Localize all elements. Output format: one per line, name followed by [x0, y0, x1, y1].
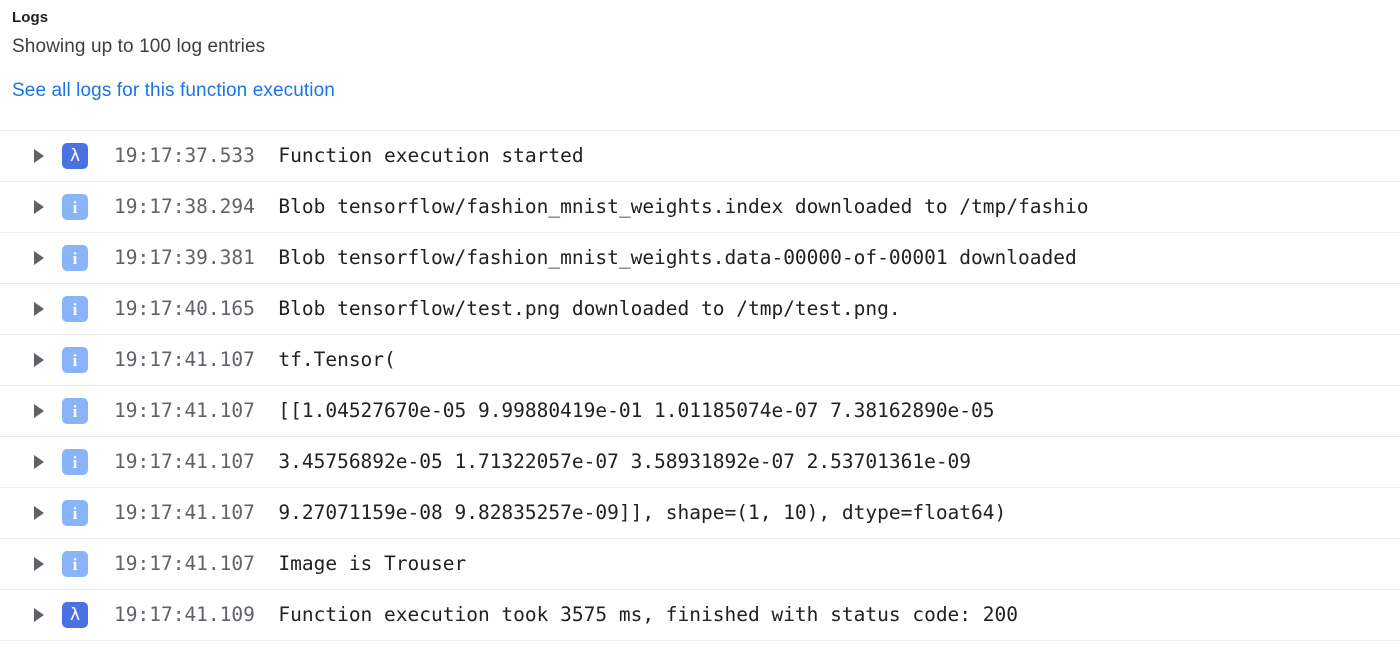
severity-glyph: i — [72, 197, 78, 217]
chevron-right-icon — [34, 251, 44, 265]
severity-glyph: i — [72, 401, 78, 421]
severity-glyph: i — [72, 350, 78, 370]
log-timestamp: 19:17:41.107 — [114, 501, 255, 524]
log-timestamp: 19:17:41.107 — [114, 450, 255, 473]
log-text-gap — [255, 348, 278, 371]
info-icon: i — [62, 347, 88, 373]
severity-glyph: i — [72, 554, 78, 574]
log-message: [[1.04527670e-05 9.99880419e-01 1.011850… — [278, 399, 995, 422]
chevron-right-icon — [34, 149, 44, 163]
log-entry-text: 19:17:37.533 Function execution started — [114, 144, 1400, 168]
log-message: Function execution took 3575 ms, finishe… — [278, 603, 1018, 626]
log-message: 3.45756892e-05 1.71322057e-07 3.58931892… — [278, 450, 972, 473]
log-row[interactable]: i 19:17:41.107 3.45756892e-05 1.71322057e… — [0, 437, 1400, 488]
log-table: λ 19:17:37.533 Function execution started… — [0, 130, 1400, 641]
log-row[interactable]: λ 19:17:37.533 Function execution started — [0, 131, 1400, 182]
log-message: Blob tensorflow/test.png downloaded to /… — [278, 297, 901, 320]
log-entry-text: 19:17:41.107 Image is Trouser — [114, 552, 1400, 576]
expand-row-triangle-icon[interactable] — [22, 506, 56, 520]
log-entry-text: 19:17:41.107 [[1.04527670e-05 9.99880419… — [114, 399, 1400, 423]
log-timestamp: 19:17:41.109 — [114, 603, 255, 626]
severity-glyph: λ — [69, 145, 81, 166]
expand-row-triangle-icon[interactable] — [22, 455, 56, 469]
severity-glyph: i — [72, 452, 78, 472]
log-text-gap — [255, 603, 278, 626]
log-text-gap — [255, 450, 278, 473]
log-timestamp: 19:17:39.381 — [114, 246, 255, 269]
info-icon: i — [62, 398, 88, 424]
log-message: Blob tensorflow/fashion_mnist_weights.da… — [278, 246, 1077, 269]
log-row[interactable]: i 19:17:39.381 Blob tensorflow/fashion_mn… — [0, 233, 1400, 284]
expand-row-triangle-icon[interactable] — [22, 251, 56, 265]
log-text-gap — [255, 297, 278, 320]
log-text-gap — [255, 246, 278, 269]
expand-row-triangle-icon[interactable] — [22, 302, 56, 316]
expand-row-triangle-icon[interactable] — [22, 608, 56, 622]
log-row[interactable]: i 19:17:41.107 [[1.04527670e-05 9.9988041… — [0, 386, 1400, 437]
log-message: Function execution started — [278, 144, 584, 167]
log-row[interactable]: i 19:17:41.107 tf.Tensor( — [0, 335, 1400, 386]
log-entry-count-text: Showing up to 100 log entries — [12, 36, 266, 57]
chevron-right-icon — [34, 353, 44, 367]
log-timestamp: 19:17:40.165 — [114, 297, 255, 320]
log-entry-text: 19:17:39.381 Blob tensorflow/fashion_mni… — [114, 246, 1400, 270]
log-text-gap — [255, 144, 278, 167]
log-row[interactable]: i 19:17:40.165 Blob tensorflow/test.png d… — [0, 284, 1400, 335]
log-row[interactable]: i 19:17:38.294 Blob tensorflow/fashion_mn… — [0, 182, 1400, 233]
info-icon: i — [62, 551, 88, 577]
logs-page: Logs Showing up to 100 log entries See a… — [0, 0, 1400, 667]
expand-row-triangle-icon[interactable] — [22, 200, 56, 214]
info-icon: i — [62, 296, 88, 322]
info-icon: i — [62, 194, 88, 220]
info-icon: i — [62, 500, 88, 526]
log-entry-text: 19:17:40.165 Blob tensorflow/test.png do… — [114, 297, 1400, 321]
chevron-right-icon — [34, 455, 44, 469]
lambda-icon: λ — [62, 143, 88, 169]
log-timestamp: 19:17:41.107 — [114, 552, 255, 575]
expand-row-triangle-icon[interactable] — [22, 557, 56, 571]
chevron-right-icon — [34, 506, 44, 520]
log-text-gap — [255, 501, 278, 524]
severity-glyph: i — [72, 503, 78, 523]
log-timestamp: 19:17:37.533 — [114, 144, 255, 167]
lambda-icon: λ — [62, 602, 88, 628]
log-row[interactable]: λ 19:17:41.109 Function execution took 35… — [0, 590, 1400, 641]
chevron-right-icon — [34, 557, 44, 571]
log-text-gap — [255, 552, 278, 575]
chevron-right-icon — [34, 200, 44, 214]
log-message: Image is Trouser — [278, 552, 467, 575]
log-row[interactable]: i 19:17:41.107 Image is Trouser — [0, 539, 1400, 590]
log-text-gap — [255, 399, 278, 422]
log-entry-text: 19:17:41.107 9.27071159e-08 9.82835257e-… — [114, 501, 1400, 525]
expand-row-triangle-icon[interactable] — [22, 149, 56, 163]
log-entry-text: 19:17:41.109 Function execution took 357… — [114, 603, 1400, 627]
info-icon: i — [62, 245, 88, 271]
severity-glyph: i — [72, 299, 78, 319]
see-all-logs-link[interactable]: See all logs for this function execution — [12, 78, 335, 104]
info-icon: i — [62, 449, 88, 475]
log-timestamp: 19:17:41.107 — [114, 399, 255, 422]
log-entry-text: 19:17:41.107 tf.Tensor( — [114, 348, 1400, 372]
log-text-gap — [255, 195, 278, 218]
chevron-right-icon — [34, 404, 44, 418]
severity-glyph: i — [72, 248, 78, 268]
logs-header: Logs Showing up to 100 log entries See a… — [0, 0, 1400, 104]
page-title: Logs — [12, 9, 49, 26]
expand-row-triangle-icon[interactable] — [22, 404, 56, 418]
log-entry-text: 19:17:38.294 Blob tensorflow/fashion_mni… — [114, 195, 1400, 219]
log-entry-text: 19:17:41.107 3.45756892e-05 1.71322057e-… — [114, 450, 1400, 474]
log-row[interactable]: i 19:17:41.107 9.27071159e-08 9.82835257e… — [0, 488, 1400, 539]
log-message: tf.Tensor( — [278, 348, 396, 371]
chevron-right-icon — [34, 608, 44, 622]
log-message: Blob tensorflow/fashion_mnist_weights.in… — [278, 195, 1089, 218]
chevron-right-icon — [34, 302, 44, 316]
log-message: 9.27071159e-08 9.82835257e-09]], shape=(… — [278, 501, 1007, 524]
log-timestamp: 19:17:41.107 — [114, 348, 255, 371]
log-timestamp: 19:17:38.294 — [114, 195, 255, 218]
expand-row-triangle-icon[interactable] — [22, 353, 56, 367]
severity-glyph: λ — [69, 604, 81, 625]
